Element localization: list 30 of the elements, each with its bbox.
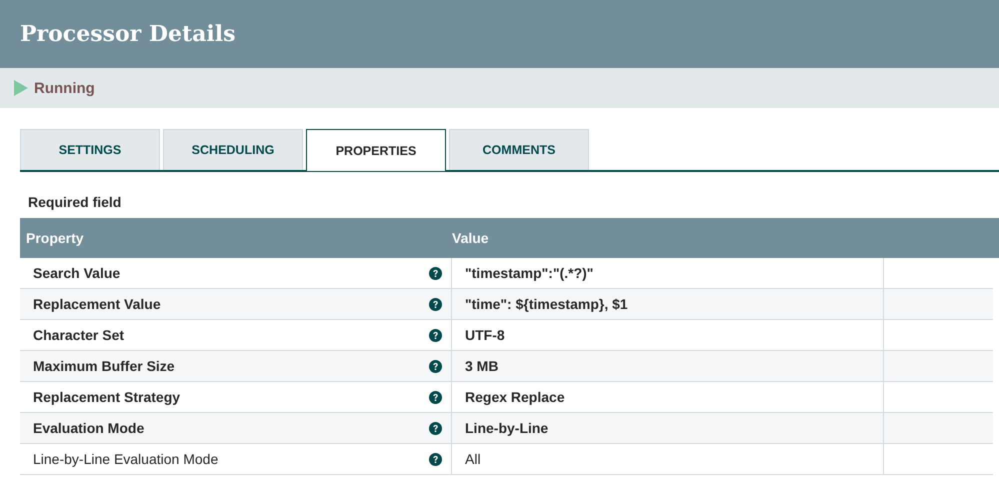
help-icon[interactable] — [429, 328, 442, 342]
status-label: Running — [34, 80, 95, 96]
column-header: Value — [452, 230, 489, 246]
help-icon[interactable] — [429, 298, 442, 310]
property-value: "timestamp":"(.*?)" — [465, 265, 594, 281]
tab[interactable]: SETTINGS — [20, 129, 160, 170]
help-icon[interactable] — [429, 266, 442, 280]
property-value: Regex Replace — [465, 389, 565, 405]
tab[interactable]: SCHEDULING — [163, 129, 303, 170]
property-value: UTF-8 — [465, 327, 505, 343]
column-header: Property — [25, 230, 85, 246]
property-name: Line-by-Line Evaluation Mode — [33, 451, 218, 467]
property-name: Replacement Strategy — [33, 389, 180, 405]
property-name: Search Value — [33, 265, 120, 281]
tab[interactable]: COMMENTS — [449, 129, 589, 170]
property-value: "time": ${timestamp}, $1 — [465, 296, 628, 312]
property-name: Maximum Buffer Size — [33, 358, 175, 374]
help-icon[interactable] — [429, 452, 442, 466]
tab[interactable]: PROPERTIES — [306, 129, 446, 171]
required-field-legend: Required field — [28, 194, 999, 218]
property-name: Replacement Value — [33, 296, 161, 312]
property-value: 3 MB — [465, 358, 498, 374]
dialog-title: Processor Details — [20, 21, 236, 47]
property-name: Character Set — [33, 327, 124, 343]
property-value: All — [465, 451, 481, 467]
help-icon[interactable] — [429, 422, 442, 434]
property-value: Line-by-Line — [465, 420, 548, 436]
property-name: Evaluation Mode — [33, 420, 144, 436]
help-icon[interactable] — [429, 390, 442, 404]
help-icon[interactable] — [429, 360, 442, 372]
